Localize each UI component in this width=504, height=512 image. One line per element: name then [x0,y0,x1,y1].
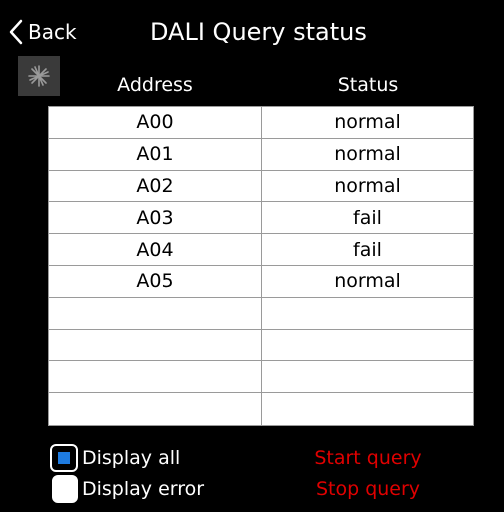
status-cell [262,361,473,392]
table-row: A03 fail [49,202,473,235]
display-all-label: Display all [82,447,181,469]
address-cell [49,393,262,425]
display-error-label: Display error [82,478,205,500]
table-row: A02 normal [49,170,473,203]
table-row: A04 fail [49,234,473,266]
table-row [49,329,473,362]
stop-query-button[interactable]: Stop query [300,474,436,504]
status-cell [262,393,473,425]
address-cell: A01 [49,138,262,170]
status-cell: normal [334,270,401,293]
address-cell: A02 [49,170,262,202]
back-label: Back [28,20,77,44]
table-row [49,393,473,425]
address-cell [49,329,262,361]
chevron-left-icon [8,18,24,46]
address-cell: A05 [49,265,262,297]
start-query-button[interactable]: Start query [300,443,436,473]
display-error-option[interactable]: Display error [50,474,204,504]
address-cell: A03 [49,202,262,234]
status-cell [262,330,473,361]
status-cell: normal [334,111,401,134]
table-row: A05 normal [49,265,473,298]
status-table: A00 normal A01 normal A02 normal A03 fai… [48,106,474,426]
column-header-status: Status [337,74,399,96]
table-row: A01 normal [49,138,473,171]
status-cell: fail [353,238,382,261]
table-row: A00 normal [49,107,473,139]
table-row [49,297,473,330]
status-cell [262,298,473,329]
column-header-address: Address [117,74,193,96]
address-cell [49,361,262,393]
status-cell: fail [353,206,382,229]
back-button[interactable]: Back [8,14,77,50]
table-row [49,361,473,394]
checked-radio-icon[interactable] [50,444,78,472]
address-cell: A04 [49,234,262,265]
display-all-option[interactable]: Display all [50,443,180,473]
address-cell: A00 [49,107,262,138]
address-cell [49,297,262,329]
unchecked-radio-icon[interactable] [52,475,78,503]
status-cell: normal [334,143,401,166]
status-cell: normal [334,174,401,197]
page-title: DALI Query status [150,18,367,46]
